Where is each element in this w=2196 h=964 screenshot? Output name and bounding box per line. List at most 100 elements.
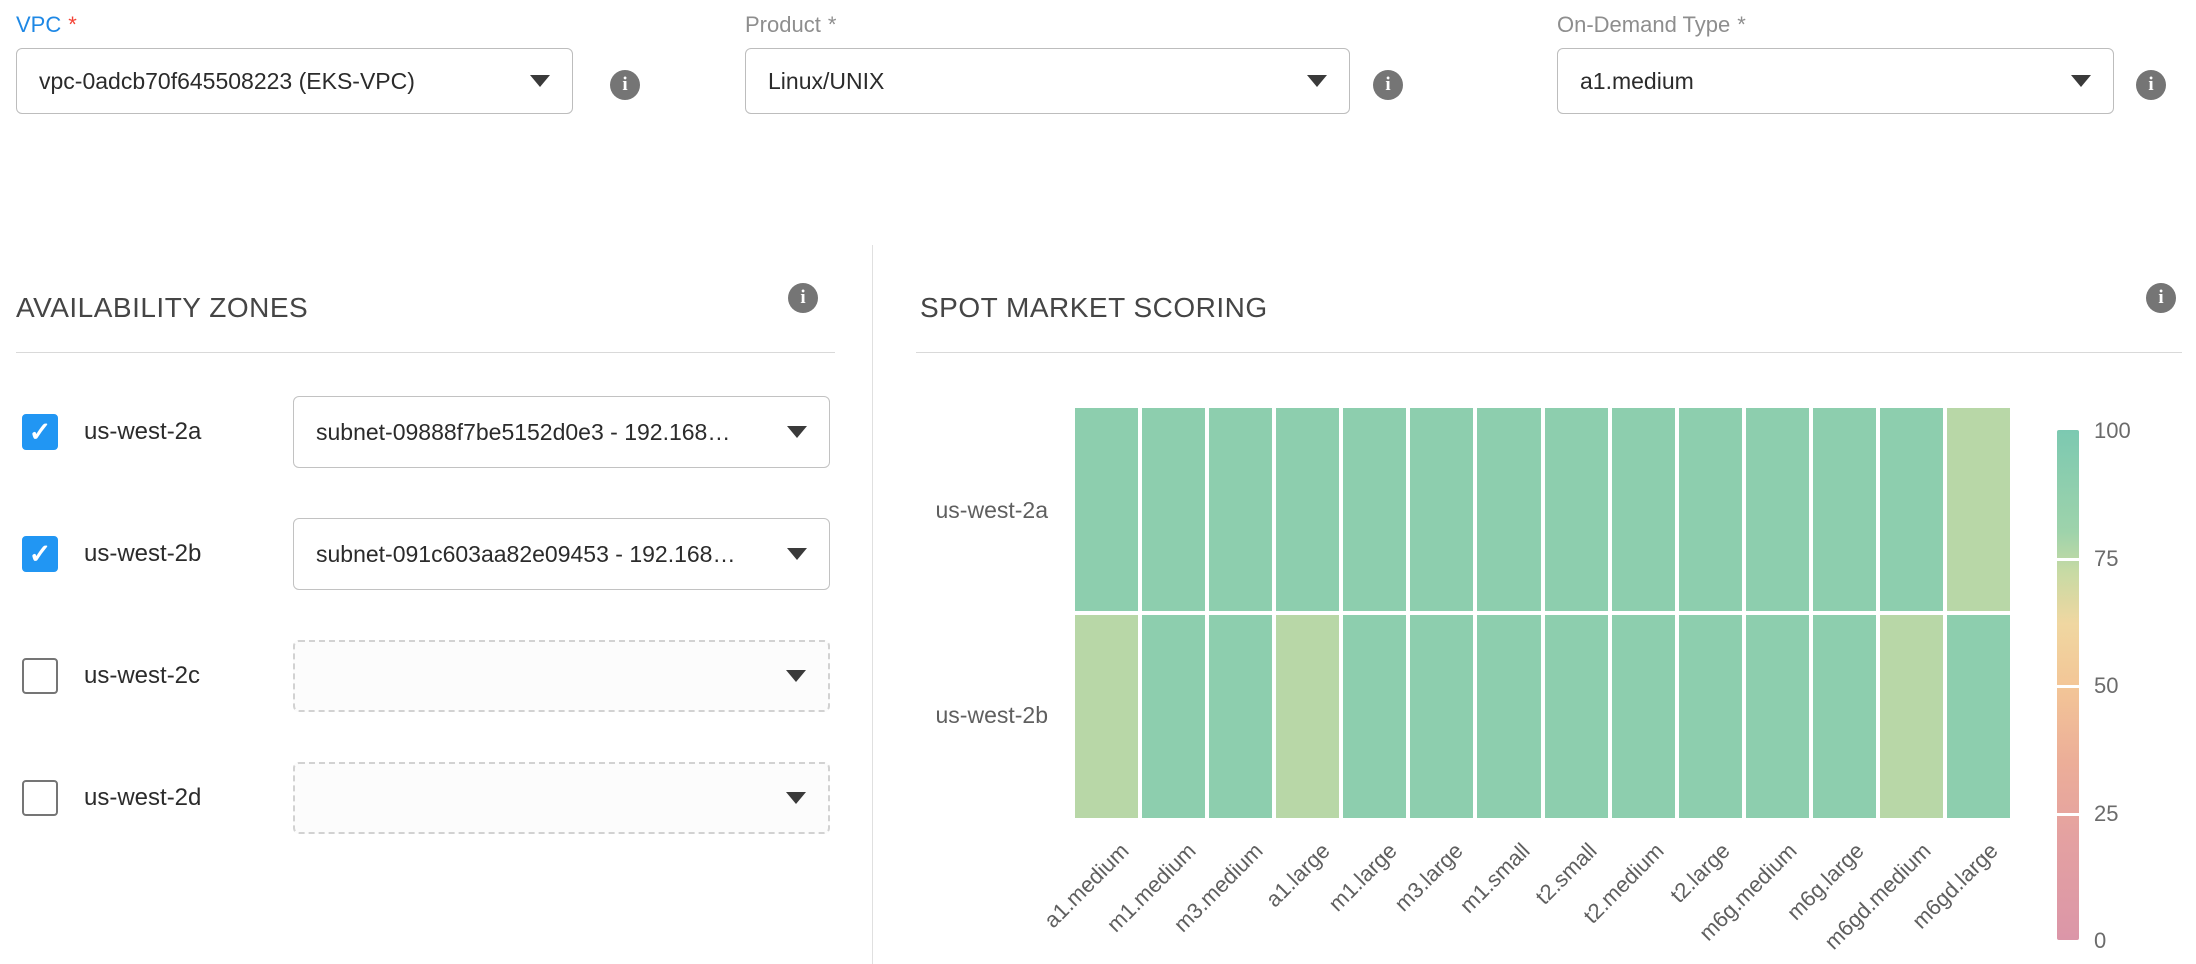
spot-market-rule (916, 352, 2182, 353)
colorbar-gap (2057, 558, 2079, 561)
chevron-down-icon (787, 548, 807, 560)
colorbar-tick: 100 (2094, 418, 2131, 444)
heatmap-cell (1746, 408, 1809, 611)
heatmap-cell (1075, 615, 1138, 818)
zone-label: us-west-2d (84, 784, 201, 812)
zone-label: us-west-2c (84, 662, 200, 690)
zone-checkbox-us-west-2d[interactable]: ✓ (22, 780, 58, 816)
subnet-select-us-west-2b[interactable]: subnet-091c603aa82e09453 - 192.168… (293, 518, 830, 590)
spot-market-scoring-title: SPOT MARKET SCORING (920, 292, 1268, 324)
chevron-down-icon (787, 426, 807, 438)
product-select-value: Linux/UNIX (768, 68, 1291, 95)
heatmap-cell (1209, 408, 1272, 611)
heatmap-cell (1477, 408, 1540, 611)
heatmap-column-label: m3.large (1390, 838, 1469, 917)
colorbar-tick: 25 (2094, 801, 2118, 827)
zone-checkbox-us-west-2b[interactable]: ✓ (22, 536, 58, 572)
colorbar-tick-labels: 1007550250 (2094, 430, 2184, 940)
heatmap-column-label: m1.large (1323, 838, 1402, 917)
subnet-select-value: subnet-09888f7be5152d0e3 - 192.168… (316, 419, 771, 446)
heatmap-cell (1545, 615, 1608, 818)
on-demand-type-label: On-Demand Type * (1557, 10, 2114, 40)
product-required-asterisk: * (828, 12, 837, 38)
heatmap-row-label: us-west-2a (896, 408, 1048, 613)
check-icon: ✓ (29, 541, 52, 568)
on-demand-type-select-value: a1.medium (1580, 68, 2055, 95)
availability-zones-title: AVAILABILITY ZONES (16, 292, 308, 324)
heatmap-cell (1343, 408, 1406, 611)
availability-zones-rule (16, 352, 835, 353)
product-label-text: Product (745, 12, 821, 38)
heatmap-cell (1612, 408, 1675, 611)
vpc-field: VPC * vpc-0adcb70f645508223 (EKS-VPC) (16, 10, 573, 114)
subnet-select-us-west-2c[interactable] (293, 640, 830, 712)
heatmap-cell (1142, 408, 1205, 611)
product-label: Product * (745, 10, 1350, 40)
chevron-down-icon (786, 792, 806, 804)
heatmap-cell (1880, 408, 1943, 611)
heatmap-cell (1410, 408, 1473, 611)
chevron-down-icon (786, 670, 806, 682)
heatmap-cell (1679, 615, 1742, 818)
colorbar-gap (2057, 813, 2079, 816)
heatmap-cell (1545, 408, 1608, 611)
heatmap-cell (1947, 615, 2010, 818)
check-icon: ✓ (29, 419, 52, 446)
vpc-select-value: vpc-0adcb70f645508223 (EKS-VPC) (39, 68, 514, 95)
subnet-select-value: subnet-091c603aa82e09453 - 192.168… (316, 541, 771, 568)
zone-checkbox-us-west-2a[interactable]: ✓ (22, 414, 58, 450)
spot-configuration-page: VPC * vpc-0adcb70f645508223 (EKS-VPC) i P… (0, 0, 2196, 964)
on-demand-type-select[interactable]: a1.medium (1557, 48, 2114, 114)
heatmap-column-label: a1.large (1261, 838, 1336, 913)
chevron-down-icon (1307, 75, 1327, 87)
chevron-down-icon (530, 75, 550, 87)
subnet-select-us-west-2d[interactable] (293, 762, 830, 834)
heatmap-cell (1813, 408, 1876, 611)
zone-row-us-west-2b: ✓ us-west-2b subnet-091c603aa82e09453 - … (16, 518, 830, 590)
colorbar-gap (2057, 685, 2079, 688)
on-demand-required-asterisk: * (1737, 12, 1746, 38)
vpc-required-asterisk: * (68, 12, 77, 38)
heatmap-cell (1142, 615, 1205, 818)
chevron-down-icon (2071, 75, 2091, 87)
product-select[interactable]: Linux/UNIX (745, 48, 1350, 114)
zone-label: us-west-2a (84, 418, 201, 446)
heatmap-cell (1276, 408, 1339, 611)
on-demand-type-field: On-Demand Type * a1.medium (1557, 10, 2114, 114)
on-demand-info-icon[interactable]: i (2136, 70, 2166, 100)
product-info-icon[interactable]: i (1373, 70, 1403, 100)
heatmap-cell (1075, 408, 1138, 611)
heatmap-cell (1276, 615, 1339, 818)
colorbar-tick: 50 (2094, 673, 2118, 699)
vpc-label-text: VPC (16, 12, 61, 38)
heatmap-x-axis: a1.mediumm1.mediumm3.mediuma1.largem1.la… (1075, 826, 2010, 962)
heatmap-cell (1947, 408, 2010, 611)
heatmap-cell (1813, 615, 1876, 818)
heatmap-cell (1880, 615, 1943, 818)
zone-row-us-west-2d: ✓ us-west-2d (16, 762, 830, 834)
heatmap-colorbar (2057, 430, 2079, 940)
zone-label: us-west-2b (84, 540, 201, 568)
colorbar-tick: 75 (2094, 546, 2118, 572)
spot-market-info-icon[interactable]: i (2146, 283, 2176, 313)
product-field: Product * Linux/UNIX (745, 10, 1350, 114)
heatmap-cell (1477, 615, 1540, 818)
heatmap-grid (1075, 408, 2010, 818)
heatmap-row-label: us-west-2b (896, 613, 1048, 818)
vpc-label: VPC * (16, 10, 573, 40)
heatmap-cell (1612, 615, 1675, 818)
zone-checkbox-us-west-2c[interactable]: ✓ (22, 658, 58, 694)
zone-row-us-west-2c: ✓ us-west-2c (16, 640, 830, 712)
availability-zones-info-icon[interactable]: i (788, 283, 818, 313)
vpc-info-icon[interactable]: i (610, 70, 640, 100)
heatmap-y-axis: us-west-2aus-west-2b (896, 408, 1048, 818)
zone-row-us-west-2a: ✓ us-west-2a subnet-09888f7be5152d0e3 - … (16, 396, 830, 468)
vpc-select[interactable]: vpc-0adcb70f645508223 (EKS-VPC) (16, 48, 573, 114)
heatmap-cell (1410, 615, 1473, 818)
heatmap-cell (1209, 615, 1272, 818)
colorbar-tick: 0 (2094, 928, 2106, 954)
heatmap-cell (1343, 615, 1406, 818)
subnet-select-us-west-2a[interactable]: subnet-09888f7be5152d0e3 - 192.168… (293, 396, 830, 468)
on-demand-type-label-text: On-Demand Type (1557, 12, 1730, 38)
heatmap-column-label: m1.small (1455, 838, 1536, 919)
